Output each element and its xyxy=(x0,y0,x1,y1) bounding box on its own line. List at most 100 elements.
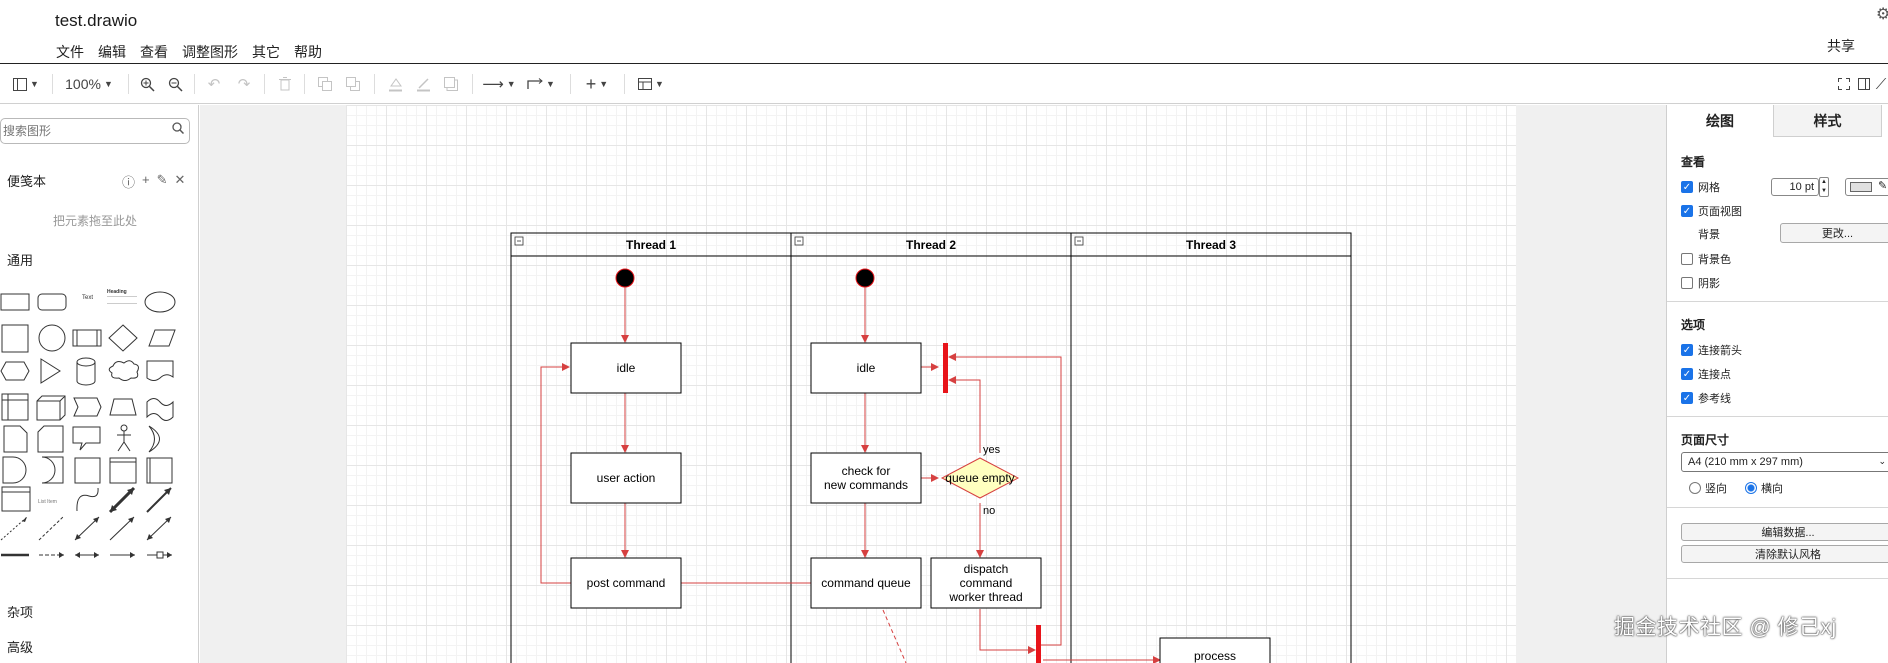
view-section-title: 查看 xyxy=(1681,155,1706,169)
diagram[interactable]: Thread 1 Thread 2 Thread 3 idle user act… xyxy=(346,105,1516,663)
edit-icon[interactable]: ✎ xyxy=(157,172,168,191)
grid-size-input[interactable]: 10 pt xyxy=(1771,178,1819,196)
no-edge-label: no xyxy=(983,505,995,517)
edit-data-button[interactable]: 编辑数据... xyxy=(1681,523,1888,541)
shadow-option[interactable]: 阴影 xyxy=(1681,275,1720,291)
tab-style[interactable]: 样式 xyxy=(1774,105,1882,137)
elbow-connector-icon xyxy=(527,78,543,89)
grid-label: 网格 xyxy=(1698,182,1720,194)
guides-checkbox[interactable]: ✓ xyxy=(1681,392,1693,404)
scratchpad-title[interactable]: 便笺本 xyxy=(7,171,46,190)
landscape-option[interactable]: 横向 xyxy=(1745,480,1783,496)
grid-color-button[interactable]: ✎ xyxy=(1845,178,1888,196)
fullscreen-icon[interactable] xyxy=(1836,72,1852,96)
connection-arrows-checkbox[interactable]: ✓ xyxy=(1681,344,1693,356)
fill-color-icon[interactable] xyxy=(386,72,404,96)
zoom-value: 100% xyxy=(65,76,101,92)
insert-button[interactable]: + ▼ xyxy=(580,72,614,96)
sync-bar-2[interactable] xyxy=(1036,625,1041,663)
idle-2-label: idle xyxy=(857,361,876,375)
line-color-icon[interactable] xyxy=(414,72,432,96)
general-shapes-palette[interactable] xyxy=(0,285,199,585)
watermark: 掘金技术社区 @ 修己xj xyxy=(1614,616,1837,639)
collapse-icon[interactable]: ⟋ xyxy=(1874,72,1888,96)
menu-arrange[interactable]: 调整图形 xyxy=(182,42,238,62)
grid-option[interactable]: ✓ 网格 xyxy=(1681,179,1720,195)
landscape-radio[interactable] xyxy=(1745,482,1757,494)
document-title[interactable]: test.drawio xyxy=(55,11,137,31)
add-icon[interactable]: + xyxy=(142,172,150,191)
page-size-title: 页面尺寸 xyxy=(1681,433,1730,447)
search-icon[interactable] xyxy=(172,122,185,137)
page-view-checkbox[interactable]: ✓ xyxy=(1681,205,1693,217)
menu-help[interactable]: 帮助 xyxy=(294,42,322,62)
pencil-icon: ✎ xyxy=(1878,180,1888,192)
settings-icon[interactable]: ⚙ xyxy=(1876,4,1888,24)
table-button[interactable]: ▼ xyxy=(634,72,668,96)
connection-points-label: 连接点 xyxy=(1698,369,1731,381)
to-front-icon[interactable] xyxy=(316,72,334,96)
edge-dispatch-bar2[interactable] xyxy=(979,609,1036,654)
undo-icon[interactable]: ↶ xyxy=(205,72,223,96)
grid-size-stepper[interactable]: ▲ ▼ xyxy=(1819,177,1829,197)
waypoints-button[interactable]: ▼ xyxy=(524,72,558,96)
help-icon[interactable]: ⓘ xyxy=(122,172,135,191)
connection-arrows-option[interactable]: ✓ 连接箭头 xyxy=(1681,342,1742,358)
arrow-right-icon: ⟶ xyxy=(482,76,504,93)
idle-1-label: idle xyxy=(617,361,636,375)
shadow-icon[interactable] xyxy=(442,72,460,96)
landscape-label: 横向 xyxy=(1761,483,1783,495)
share-button[interactable]: 共享 xyxy=(1827,36,1855,56)
shadow-checkbox[interactable] xyxy=(1681,277,1693,289)
grid-checkbox[interactable]: ✓ xyxy=(1681,181,1693,193)
advanced-section-title[interactable]: 高级 xyxy=(7,637,33,656)
thread-2-start-node[interactable] xyxy=(855,268,875,288)
shapes-sidebar: 便笺本 ⓘ + ✎ ✕ 把元素拖至此处 通用 xyxy=(0,105,199,663)
background-color-option[interactable]: 背景色 xyxy=(1681,251,1731,267)
sidebar-toggle-button[interactable]: ▼ xyxy=(10,72,42,96)
heading-shape-label: Heading xyxy=(107,289,127,295)
guides-option[interactable]: ✓ 参考线 xyxy=(1681,390,1731,406)
command-queue-label: command queue xyxy=(821,576,911,590)
tab-diagram[interactable]: 绘图 xyxy=(1667,105,1774,137)
clear-default-style-button[interactable]: 清除默认风格 xyxy=(1681,545,1888,563)
connection-points-checkbox[interactable]: ✓ xyxy=(1681,368,1693,380)
edge-commandqueue-dashed[interactable] xyxy=(882,609,907,663)
portrait-option[interactable]: 竖向 xyxy=(1689,480,1727,496)
edge-yes-bar[interactable] xyxy=(948,376,981,453)
connection-style-button[interactable]: ⟶ ▼ xyxy=(482,72,516,96)
portrait-label: 竖向 xyxy=(1705,483,1727,495)
menu-extras[interactable]: 其它 xyxy=(252,42,280,62)
delete-icon[interactable] xyxy=(276,72,294,96)
close-icon[interactable]: ✕ xyxy=(175,172,186,191)
dispatch-label-line3: worker thread xyxy=(948,590,1022,604)
zoom-out-icon[interactable] xyxy=(166,72,184,96)
post-command-label: post command xyxy=(587,576,666,590)
change-background-button[interactable]: 更改... xyxy=(1780,223,1888,243)
format-panel-icon[interactable] xyxy=(1856,72,1872,96)
zoom-select[interactable]: 100% ▼ xyxy=(60,72,118,96)
check-label-line1: check for xyxy=(842,464,891,478)
background-color-checkbox[interactable] xyxy=(1681,253,1693,265)
sync-bar-1[interactable] xyxy=(943,343,948,393)
page-view-option[interactable]: ✓ 页面视图 xyxy=(1681,203,1742,219)
misc-section-title[interactable]: 杂项 xyxy=(7,602,33,621)
zoom-in-icon[interactable] xyxy=(138,72,156,96)
menu-file[interactable]: 文件 xyxy=(56,42,84,62)
redo-icon[interactable]: ↷ xyxy=(235,72,253,96)
connection-points-option[interactable]: ✓ 连接点 xyxy=(1681,366,1731,382)
thread-1-start-node[interactable] xyxy=(615,268,635,288)
portrait-radio[interactable] xyxy=(1689,482,1701,494)
page-grid[interactable]: Thread 1 Thread 2 Thread 3 idle user act… xyxy=(346,105,1516,663)
to-back-icon[interactable] xyxy=(344,72,362,96)
drawing-canvas[interactable]: Thread 1 Thread 2 Thread 3 idle user act… xyxy=(200,105,1666,663)
page-size-select[interactable]: A4 (210 mm x 297 mm) ⌄ xyxy=(1681,452,1888,472)
lane-thread-3[interactable] xyxy=(1070,232,1352,663)
menu-view[interactable]: 查看 xyxy=(140,42,168,62)
shape-search-input[interactable] xyxy=(3,120,163,142)
check-label-line2: new commands xyxy=(824,478,908,492)
scratchpad-drop-hint: 把元素拖至此处 xyxy=(53,214,138,228)
general-section-title[interactable]: 通用 xyxy=(7,250,33,269)
menu-edit[interactable]: 编辑 xyxy=(98,42,126,62)
edge-postcommand-idle1[interactable] xyxy=(540,363,571,584)
